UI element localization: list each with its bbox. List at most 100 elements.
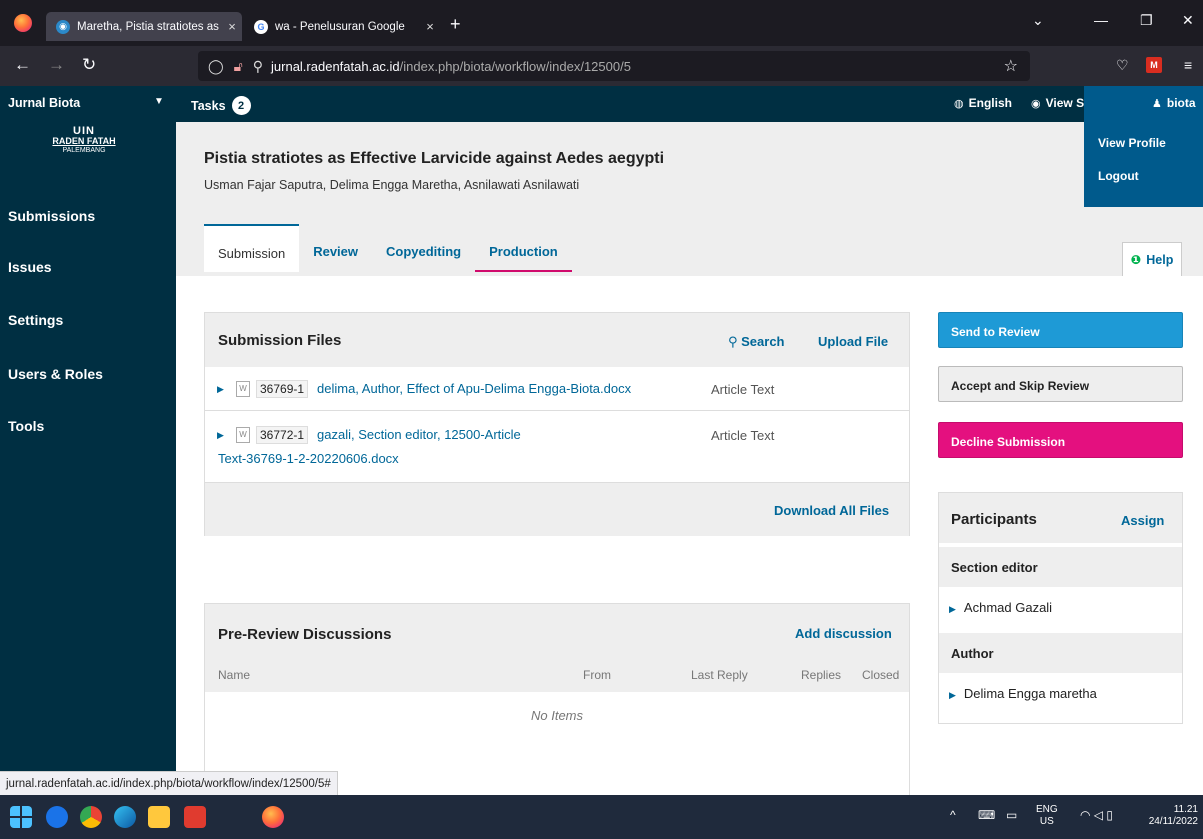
minimize-icon[interactable]: — <box>1094 12 1108 28</box>
column-name: Name <box>218 668 251 682</box>
app-icon[interactable] <box>46 806 68 828</box>
participant-item[interactable]: ▶ Delima Engga maretha <box>939 673 1182 715</box>
expand-arrow-icon[interactable]: ▶ <box>217 430 224 441</box>
hamburger-menu-icon[interactable]: ≡ <box>1184 57 1192 73</box>
shield-icon[interactable]: ◯ <box>208 58 224 75</box>
caret-down-icon[interactable]: ▼ <box>154 96 164 107</box>
file-link-line-1[interactable]: gazali, Section editor, 12500-Article <box>317 423 521 447</box>
clock-date: 24/11/2022 <box>1148 816 1198 827</box>
file-row: ▶ W 36772-1 gazali, Section editor, 1250… <box>205 411 909 483</box>
keyboard-icon[interactable]: ⌨ <box>978 808 995 822</box>
address-bar[interactable]: ◯ 🔓︎ ⚲ jurnal.radenfatah.ac.id/index.php… <box>198 51 1030 81</box>
expand-arrow-icon[interactable]: ▶ <box>217 384 224 395</box>
search-link[interactable]: ⚲ Search <box>728 334 785 350</box>
user-link[interactable]: ♟ biota <box>1152 96 1196 110</box>
download-bar: Download All Files <box>205 483 909 536</box>
pocket-icon[interactable]: ♡ <box>1116 57 1129 74</box>
sidebar-item-issues[interactable]: Issues <box>8 259 52 275</box>
view-profile-link[interactable]: View Profile <box>1098 136 1166 150</box>
logo-line-3: PALEMBANG <box>62 147 106 154</box>
windows-start-icon[interactable] <box>10 806 32 828</box>
url-text: jurnal.radenfatah.ac.id/index.php/biota/… <box>271 59 631 74</box>
journal-logo[interactable]: UIN RADEN FATAH PALEMBANG <box>28 126 140 166</box>
expand-arrow-icon: ▶ <box>949 604 956 614</box>
panel-title: Submission Files <box>218 332 342 349</box>
empty-message: No Items <box>530 708 583 723</box>
google-favicon-icon: G <box>254 19 268 34</box>
user-menu-toggle[interactable]: ♟ biota <box>1084 86 1203 122</box>
logo-line-1: UIN <box>73 125 95 137</box>
participants-panel: Participants Assign Section editor ▶ Achm… <box>938 492 1183 724</box>
decline-submission-button[interactable]: Decline Submission <box>938 422 1183 458</box>
file-link-line-2[interactable]: Text-36769-1-2-20220606.docx <box>218 447 399 471</box>
permissions-icon[interactable]: ⚲ <box>253 58 263 75</box>
language-link[interactable]: ◍ English <box>954 96 1012 110</box>
app-header: Jurnal Biota ▼ Tasks 2 ◍ English ◉ View … <box>0 86 1203 122</box>
file-type: Article Text <box>711 428 775 443</box>
help-label: Help <box>1146 252 1174 267</box>
edge-icon[interactable] <box>114 806 136 828</box>
close-window-icon[interactable]: ✕ <box>1182 12 1194 29</box>
file-type: Article Text <box>711 382 775 397</box>
role-heading: Author <box>939 633 1182 673</box>
firefox-menu-icon[interactable] <box>14 14 32 32</box>
reload-icon[interactable]: ↻ <box>82 55 96 75</box>
context-switcher[interactable]: Jurnal Biota <box>8 96 80 110</box>
file-explorer-icon[interactable] <box>148 806 170 828</box>
new-tab-button[interactable]: + <box>450 14 461 35</box>
logo-line-2: RADEN FATAH <box>52 136 116 146</box>
file-link[interactable]: delima, Author, Effect of Apu-Delima Eng… <box>317 377 631 401</box>
firefox-icon <box>262 806 284 828</box>
eye-icon: ◉ <box>1031 97 1041 110</box>
add-discussion-link[interactable]: Add discussion <box>795 626 892 641</box>
sidebar-item-settings[interactable]: Settings <box>8 312 63 328</box>
tab-list-chevron-icon[interactable]: ⌄ <box>1032 12 1044 29</box>
powerpoint-icon[interactable] <box>184 806 206 828</box>
browser-tab-google[interactable]: G wa - Penelusuran Google × <box>244 12 440 41</box>
role-heading: Section editor <box>939 547 1182 587</box>
tab-close-icon[interactable]: × <box>222 19 242 34</box>
insecure-lock-icon[interactable]: 🔓︎ <box>234 58 243 75</box>
wifi-volume-battery-icon[interactable]: ◠ ◁ ▯ <box>1080 808 1113 822</box>
tab-close-icon[interactable]: × <box>420 19 440 34</box>
bookmark-star-icon[interactable]: ☆ <box>1004 56 1018 76</box>
sidebar-item-users-roles[interactable]: Users & Roles <box>8 366 103 382</box>
download-all-files-link[interactable]: Download All Files <box>774 503 889 518</box>
submission-header: Pistia stratiotes as Effective Larvicide… <box>176 122 1203 276</box>
send-to-review-button[interactable]: Send to Review <box>938 312 1183 348</box>
firefox-taskbar-slot[interactable] <box>252 806 292 828</box>
sidebar-item-submissions[interactable]: Submissions <box>8 208 95 224</box>
display-icon[interactable]: ▭ <box>1006 808 1017 822</box>
back-arrow-icon[interactable]: ← <box>14 55 31 75</box>
lang-top: ENG <box>1036 804 1058 815</box>
logout-link[interactable]: Logout <box>1098 169 1139 183</box>
tab-submission[interactable]: Submission <box>204 224 300 272</box>
accept-skip-review-button[interactable]: Accept and Skip Review <box>938 366 1183 402</box>
language-indicator[interactable]: ENG US <box>1036 804 1058 828</box>
panel-header: Submission Files ⚲ Search Upload File <box>205 313 909 367</box>
upload-file-link[interactable]: Upload File <box>818 334 888 349</box>
restore-icon[interactable]: ❐ <box>1140 12 1153 29</box>
browser-tab-ojs[interactable]: ◉ Maretha, Pistia stratiotes as Effe × <box>46 12 242 41</box>
url-path: /index.php/biota/workflow/index/12500/5 <box>399 58 631 74</box>
assign-link[interactable]: Assign <box>1121 513 1164 528</box>
chrome-icon[interactable] <box>80 806 102 828</box>
search-label: Search <box>741 334 785 349</box>
extension-icon[interactable]: M <box>1146 57 1162 73</box>
forward-arrow-icon[interactable]: → <box>48 55 65 75</box>
browser-nav-bar: ← → ↻ ◯ 🔓︎ ⚲ jurnal.radenfatah.ac.id/ind… <box>0 46 1203 86</box>
file-id: 36772-1 <box>256 426 309 444</box>
tab-copyediting[interactable]: Copyediting <box>372 224 475 272</box>
tab-production[interactable]: Production <box>475 224 572 272</box>
sidebar-item-tools[interactable]: Tools <box>8 418 44 434</box>
help-button[interactable]: ❶ Help <box>1122 242 1182 276</box>
clock[interactable]: 11.21 24/11/2022 <box>1138 804 1198 828</box>
submission-title: Pistia stratiotes as Effective Larvicide… <box>204 150 665 167</box>
docx-file-icon: W <box>236 381 250 397</box>
participant-name: Delima Engga maretha <box>963 686 1097 701</box>
url-domain: jurnal.radenfatah.ac.id <box>271 58 400 74</box>
tasks-button[interactable]: Tasks 2 <box>191 96 251 115</box>
tray-chevron-icon[interactable]: ^ <box>950 808 956 822</box>
tab-review[interactable]: Review <box>299 224 372 272</box>
participant-item[interactable]: ▶ Achmad Gazali <box>939 587 1182 629</box>
